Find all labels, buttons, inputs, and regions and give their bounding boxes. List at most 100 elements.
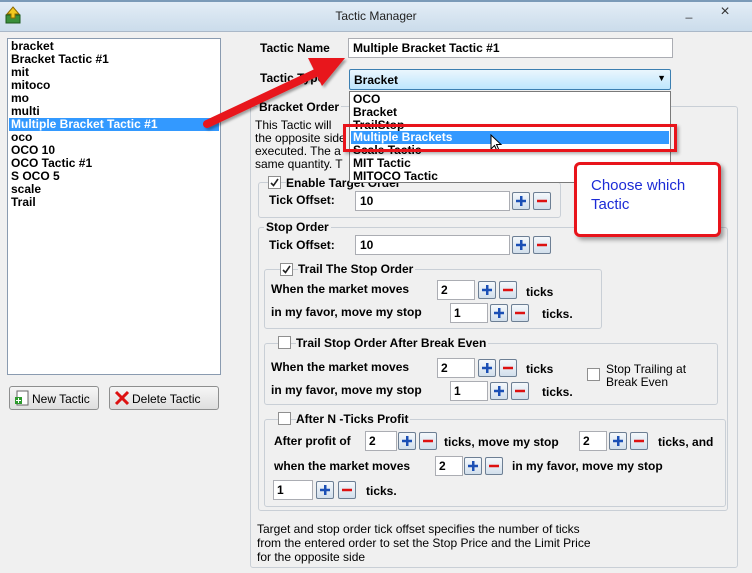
break-even-ticks2-label: ticks. — [542, 385, 573, 399]
minus-icon — [489, 464, 499, 468]
target-decrement-button[interactable] — [533, 192, 551, 210]
enable-target-checkbox[interactable] — [268, 176, 281, 189]
stop-increment-button[interactable] — [512, 236, 530, 254]
plus-icon — [613, 436, 623, 446]
break-even-favor-increment[interactable] — [490, 382, 508, 400]
after-profit-input[interactable]: 2 — [365, 431, 397, 451]
footer-line-3: for the opposite side — [257, 550, 366, 564]
minus-icon — [503, 366, 513, 370]
plus-icon — [402, 436, 412, 446]
description-line-2: the opposite side — [255, 131, 346, 145]
window-title: Tactic Manager — [335, 9, 417, 23]
after-profit-increment[interactable] — [398, 432, 416, 450]
break-even-favor-decrement[interactable] — [511, 382, 529, 400]
trail-favor-increment[interactable] — [490, 304, 508, 322]
checkmark-icon — [282, 265, 291, 274]
break-even-when-input[interactable]: 2 — [437, 358, 475, 378]
tactic-name-input[interactable]: Multiple Bracket Tactic #1 — [348, 38, 673, 58]
bracket-order-label: Bracket Order — [257, 100, 342, 114]
break-even-when-increment[interactable] — [478, 359, 496, 377]
n-ticks-when-decrement[interactable] — [485, 457, 503, 475]
tactic-type-label: Tactic Type — [260, 71, 325, 85]
tactic-name-label: Tactic Name — [260, 41, 330, 55]
n-ticks-stop-input[interactable]: 1 — [273, 480, 313, 500]
new-tactic-button[interactable]: New Tactic — [9, 386, 99, 410]
trail-ticks2-label: ticks. — [542, 307, 573, 321]
n-ticks-ticks-label: ticks. — [366, 484, 397, 498]
trail-ticks-label: ticks — [526, 285, 554, 299]
plus-icon — [516, 196, 526, 206]
minus-icon — [515, 389, 525, 393]
close-button[interactable]: × — [718, 4, 732, 20]
new-tactic-label: New Tactic — [32, 392, 90, 406]
tactic-type-select[interactable]: Bracket ▼ — [349, 69, 671, 90]
trail-break-even-label: Trail Stop Order After Break Even — [296, 336, 489, 350]
trail-when-label: When the market moves — [271, 282, 410, 296]
trail-break-even-checkbox[interactable] — [278, 336, 291, 349]
trail-when-increment[interactable] — [478, 281, 496, 299]
stop-tick-offset-input[interactable]: 10 — [355, 235, 510, 255]
stop-trailing-label-2: Break Even — [606, 375, 669, 389]
target-tick-offset-input[interactable]: 10 — [355, 191, 510, 211]
minus-icon — [634, 439, 644, 443]
target-tick-offset-label: Tick Offset: — [269, 193, 335, 207]
break-even-when-decrement[interactable] — [499, 359, 517, 377]
plus-icon — [516, 240, 526, 250]
title-bar[interactable]: Tactic Manager _ × — [0, 0, 752, 32]
plus-icon — [482, 285, 492, 295]
top-strip — [0, 0, 752, 2]
highlight-rectangle — [343, 124, 677, 152]
n-ticks-stop-increment[interactable] — [316, 481, 334, 499]
move-stop-input[interactable]: 2 — [579, 431, 607, 451]
callout-text: Choose which Tactic — [591, 177, 686, 213]
move-stop-increment[interactable] — [609, 432, 627, 450]
minus-icon — [537, 243, 547, 247]
description-line-3: executed. The a — [255, 144, 341, 158]
n-ticks-favor-label: in my favor, move my stop — [512, 459, 663, 473]
list-item-selected[interactable]: Multiple Bracket Tactic #1 — [9, 118, 219, 131]
description-line-4: same quantity. T — [255, 157, 343, 171]
n-ticks-stop-decrement[interactable] — [338, 481, 356, 499]
n-ticks-when-increment[interactable] — [464, 457, 482, 475]
minus-icon — [515, 311, 525, 315]
minus-icon — [537, 199, 547, 203]
trail-when-input[interactable]: 2 — [437, 280, 475, 300]
trail-when-decrement[interactable] — [499, 281, 517, 299]
delete-tactic-button[interactable]: Delete Tactic — [109, 386, 219, 410]
annotation-callout: Choose which Tactic — [574, 162, 721, 237]
tactic-manager-window: Tactic Manager _ × bracket Bracket Tacti… — [0, 0, 752, 573]
break-even-favor-input[interactable]: 1 — [450, 381, 488, 401]
stop-decrement-button[interactable] — [533, 236, 551, 254]
trail-stop-checkbox[interactable] — [280, 263, 293, 276]
ticks-and-label: ticks, and — [658, 435, 714, 449]
trail-favor-decrement[interactable] — [511, 304, 529, 322]
ticks-move-label: ticks, move my stop — [444, 435, 559, 449]
after-n-ticks-checkbox[interactable] — [278, 412, 291, 425]
footer-line-2: from the entered order to set the Stop P… — [257, 536, 591, 550]
minimize-button[interactable]: _ — [682, 6, 696, 20]
break-even-favor-label: in my favor, move my stop — [271, 383, 422, 397]
stop-trailing-checkbox[interactable] — [587, 368, 600, 381]
trail-favor-label: in my favor, move my stop — [271, 305, 422, 319]
break-even-when-label: When the market moves — [271, 360, 410, 374]
stop-tick-offset-label: Tick Offset: — [269, 238, 335, 252]
list-item[interactable]: Trail — [11, 196, 36, 209]
delete-tactic-label: Delete Tactic — [132, 392, 201, 406]
dropdown-option[interactable]: MITOCO Tactic — [353, 170, 438, 183]
move-stop-decrement[interactable] — [630, 432, 648, 450]
trail-favor-input[interactable]: 1 — [450, 303, 488, 323]
minus-icon — [503, 288, 513, 292]
after-n-ticks-label: After N -Ticks Profit — [296, 412, 411, 426]
plus-icon — [320, 485, 330, 495]
tactic-list[interactable]: bracket Bracket Tactic #1 mit mitoco mo … — [7, 38, 221, 375]
chevron-down-icon: ▼ — [657, 73, 666, 83]
tactic-type-value: Bracket — [354, 73, 399, 87]
description-line-1: This Tactic will — [255, 118, 332, 132]
minus-icon — [423, 439, 433, 443]
stop-order-label: Stop Order — [264, 220, 331, 234]
after-profit-decrement[interactable] — [419, 432, 437, 450]
after-profit-label: After profit of — [274, 434, 351, 448]
n-ticks-when-input[interactable]: 2 — [435, 456, 463, 476]
target-increment-button[interactable] — [512, 192, 530, 210]
plus-icon — [482, 363, 492, 373]
